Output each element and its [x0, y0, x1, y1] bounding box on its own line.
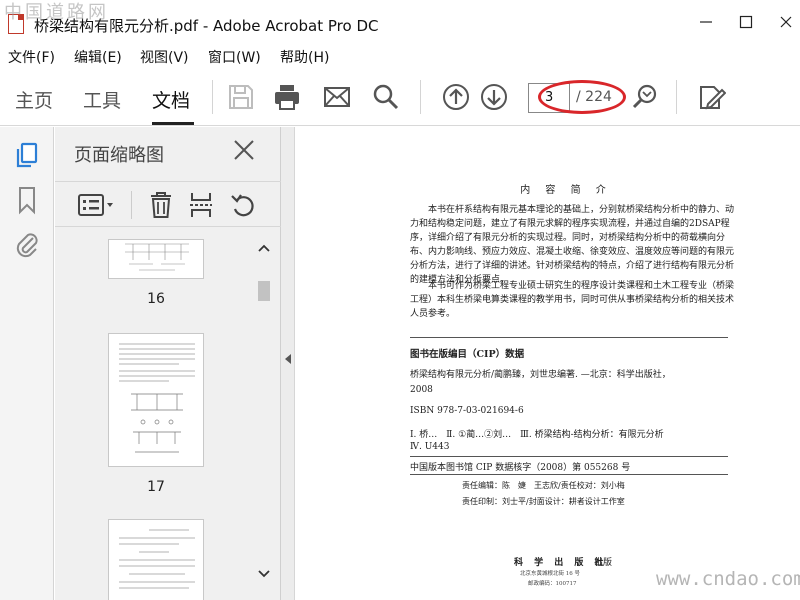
- watermark-logo: 中国道路网: [4, 2, 109, 23]
- divider: [410, 337, 728, 338]
- thumbnails-panel: 页面缩略图 16 17: [55, 127, 281, 600]
- toolbar-divider: [420, 80, 421, 114]
- active-tab-indicator: [152, 122, 194, 125]
- toolbar-divider: [131, 191, 132, 219]
- previous-page-icon[interactable]: [441, 82, 471, 112]
- bookmark-icon[interactable]: [15, 185, 39, 215]
- publisher-zip: 邮政编码：100717: [528, 581, 577, 587]
- close-window-button[interactable]: [774, 10, 798, 34]
- next-page-icon[interactable]: [479, 82, 509, 112]
- isbn: ISBN 978-7-03-021694-6: [410, 406, 524, 416]
- menu-file[interactable]: 文件(F): [8, 47, 55, 67]
- page-thumbnails-icon[interactable]: [14, 141, 40, 169]
- cip-text: Ⅰ. 桥… Ⅱ. ①蔺…②刘… Ⅲ. 桥梁结构-结构分析：有限元分析: [410, 430, 664, 440]
- delete-icon[interactable]: [148, 190, 174, 220]
- intro-paragraph: 本书可作为桥梁工程专业硕士研究生的程序设计类课程和土木工程专业（桥梁工程）本科生…: [410, 281, 735, 319]
- scroll-down-icon[interactable]: [258, 569, 270, 579]
- cip-text: Ⅳ. U443: [410, 442, 450, 452]
- toolbar-divider: [212, 80, 213, 114]
- scroll-up-icon[interactable]: [258, 243, 270, 253]
- email-icon[interactable]: [322, 82, 352, 112]
- save-icon[interactable]: [226, 82, 256, 112]
- zoom-icon[interactable]: [630, 82, 660, 112]
- fill-sign-icon[interactable]: [696, 82, 726, 112]
- collapse-arrow-icon[interactable]: [284, 353, 292, 365]
- cip-text: 桥梁结构有限元分析/蔺鹏臻，刘世忠编著. —北京：科学出版社，: [410, 370, 671, 380]
- document-view[interactable]: 内 容 简 介 本书在杆系结构有限元基本理论的基础上，分别就桥梁结构分析中的静力…: [296, 127, 800, 600]
- thumbnail-toolbar: [55, 181, 281, 227]
- minimize-button[interactable]: [694, 10, 718, 34]
- title-bar: 桥梁结构有限元分析.pdf - Adobe Acrobat Pro DC 中国道…: [0, 0, 800, 46]
- options-menu-icon[interactable]: [77, 192, 115, 218]
- page-heading: 内 容 简 介: [520, 185, 612, 196]
- extract-pages-icon[interactable]: [188, 190, 214, 220]
- thumbnail-page-17[interactable]: [108, 333, 204, 467]
- search-icon[interactable]: [371, 82, 401, 112]
- navigation-rail: [0, 127, 54, 600]
- thumbnail-page-18[interactable]: [108, 519, 204, 600]
- publisher-suffix: 出版: [594, 558, 613, 568]
- toolbar-divider: [676, 80, 677, 114]
- intro-paragraph: 本书在杆系结构有限元基本理论的基础上，分别就桥梁结构分析中的静力、动力和结构稳定…: [410, 205, 735, 285]
- thumbnail-page-16[interactable]: [108, 239, 204, 279]
- thumbnail-content: [125, 243, 189, 271]
- print-icon[interactable]: [272, 82, 302, 112]
- tab-home[interactable]: 主页: [15, 86, 53, 113]
- cip-title: 图书在版编目（CIP）数据: [410, 349, 525, 360]
- thumbnail-list: 16 17: [55, 239, 255, 600]
- thumbnail-label: 16: [147, 291, 165, 307]
- editors-text: 责任编辑：陈 婕 王志欣/责任校对：刘小梅: [462, 481, 625, 490]
- highlight-annotation: [538, 80, 626, 114]
- thumbnail-content: [119, 343, 195, 453]
- maximize-button[interactable]: [734, 10, 758, 34]
- toolbar: 主页 工具 文档: [0, 68, 800, 126]
- thumbnail-content: [119, 529, 195, 589]
- panel-collapse-handle[interactable]: [281, 127, 295, 600]
- attachment-icon[interactable]: [13, 229, 41, 259]
- cip-text: 2008: [410, 385, 433, 395]
- menu-view[interactable]: 视图(V): [140, 47, 189, 67]
- close-icon[interactable]: [231, 137, 257, 163]
- divider: [410, 474, 728, 475]
- cip-text: 中国版本图书馆 CIP 数据核字（2008）第 055268 号: [410, 463, 631, 473]
- thumbnail-scrollbar[interactable]: [255, 239, 273, 600]
- publisher-address: 北京东黄城根北街 16 号: [520, 571, 580, 577]
- menu-help[interactable]: 帮助(H): [280, 47, 329, 67]
- divider: [410, 456, 728, 457]
- menu-edit[interactable]: 编辑(E): [74, 47, 122, 67]
- tab-document[interactable]: 文档: [152, 86, 190, 113]
- watermark-url: www.cndao.com: [656, 568, 800, 590]
- tab-tools[interactable]: 工具: [83, 86, 121, 113]
- menu-window[interactable]: 窗口(W): [208, 47, 261, 67]
- thumbnail-label: 17: [147, 479, 165, 495]
- panel-title: 页面缩略图: [74, 145, 164, 166]
- editors-text: 责任印制：刘士平/封面设计：耕者设计工作室: [462, 497, 625, 506]
- menu-bar: 文件(F) 编辑(E) 视图(V) 窗口(W) 帮助(H): [0, 44, 800, 68]
- scroll-thumb[interactable]: [258, 281, 270, 301]
- rotate-icon[interactable]: [228, 190, 258, 220]
